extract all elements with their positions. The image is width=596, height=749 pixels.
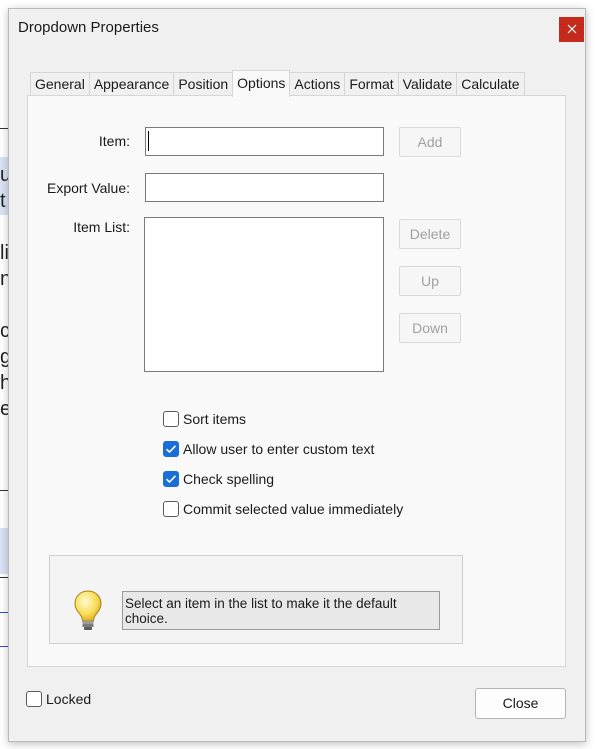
tab-position[interactable]: Position <box>173 72 234 96</box>
checkbox-label: Sort items <box>183 411 247 427</box>
close-button[interactable]: Close <box>475 688 566 719</box>
tab-calculate[interactable]: Calculate <box>456 72 525 96</box>
checkbox-box[interactable] <box>163 501 179 517</box>
tab-format[interactable]: Format <box>344 72 399 96</box>
checkbox-label: Commit selected value immediately <box>183 501 404 517</box>
locked-label: Locked <box>46 691 92 707</box>
up-button[interactable]: Up <box>399 266 461 296</box>
hint-box: Select an item in the list to make it th… <box>49 555 463 644</box>
add-button[interactable]: Add <box>399 127 461 157</box>
title-bar[interactable]: Dropdown Properties <box>9 9 585 47</box>
item-list-label: Item List: <box>73 219 130 235</box>
tab-general[interactable]: General <box>30 72 90 96</box>
item-list-box[interactable] <box>144 217 384 372</box>
export-value-label: Export Value: <box>46 180 130 196</box>
sort-items-checkbox[interactable]: Sort items <box>163 409 246 429</box>
check-spelling-checkbox[interactable]: Check spelling <box>163 469 274 489</box>
item-label: Item: <box>98 133 130 149</box>
checkbox-box[interactable] <box>163 441 179 457</box>
close-glyph <box>567 24 576 34</box>
tab-validate[interactable]: Validate <box>397 72 458 96</box>
checkmark-icon <box>165 475 177 484</box>
tab-appearance[interactable]: Appearance <box>88 72 175 96</box>
commit-immediately-checkbox[interactable]: Commit selected value immediately <box>163 499 403 519</box>
export-value-input[interactable] <box>145 173 384 202</box>
checkmark-icon <box>165 445 177 454</box>
dropdown-properties-dialog: Dropdown Properties General Appearance P… <box>8 8 586 742</box>
checkbox-label: Check spelling <box>183 471 275 487</box>
hint-text: Select an item in the list to make it th… <box>122 591 440 630</box>
text-caret <box>148 131 149 151</box>
dialog-title: Dropdown Properties <box>18 19 159 36</box>
checkbox-box[interactable] <box>26 691 42 707</box>
checkbox-box[interactable] <box>163 471 179 487</box>
bg-text-fragment: t <box>0 190 6 212</box>
options-panel: Item: Add Export Value: Item List: Delet… <box>27 95 566 667</box>
item-input[interactable] <box>145 127 384 156</box>
delete-button[interactable]: Delete <box>399 219 461 249</box>
allow-custom-text-checkbox[interactable]: Allow user to enter custom text <box>163 439 374 459</box>
checkbox-label: Allow user to enter custom text <box>183 441 375 457</box>
checkbox-box[interactable] <box>163 411 179 427</box>
tab-strip: General Appearance Position Options Acti… <box>30 70 525 97</box>
lightbulb-icon <box>74 590 102 630</box>
close-x-icon[interactable] <box>559 17 584 42</box>
locked-checkbox[interactable]: Locked <box>26 691 91 707</box>
down-button[interactable]: Down <box>399 313 461 343</box>
tab-options[interactable]: Options <box>232 70 291 97</box>
tab-actions[interactable]: Actions <box>289 72 346 96</box>
